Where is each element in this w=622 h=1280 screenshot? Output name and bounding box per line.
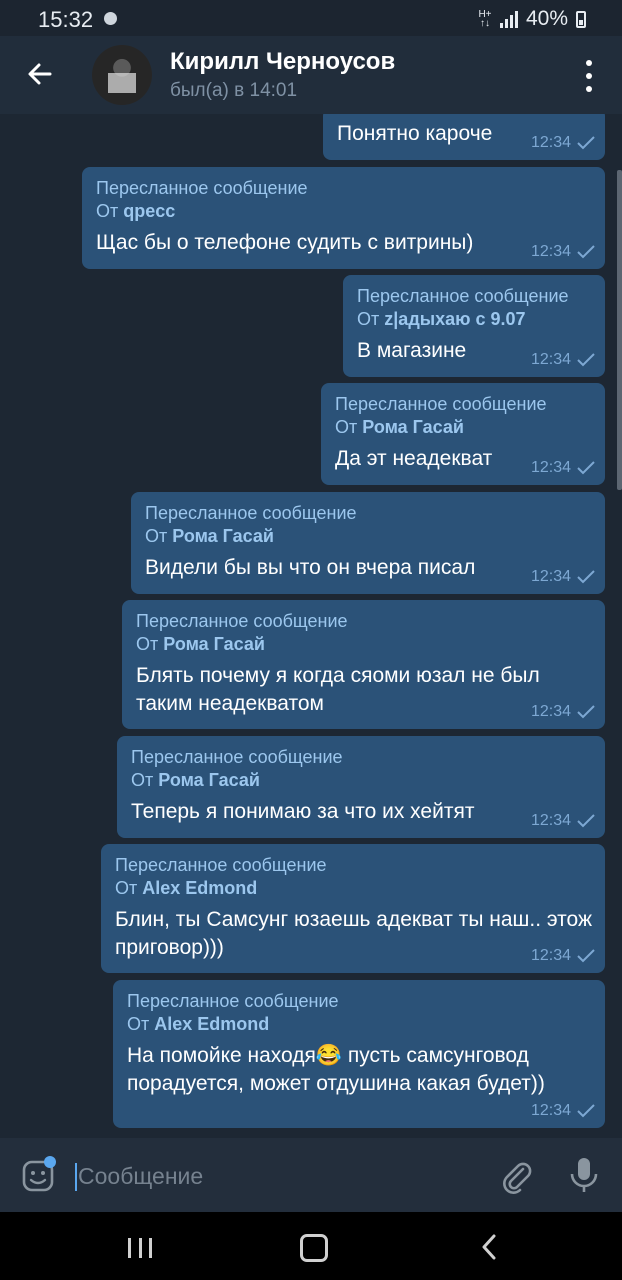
avatar[interactable] (92, 45, 152, 105)
message-bubble[interactable]: Пересланное сообщение От Alex Edmond Бли… (101, 844, 605, 973)
forward-author: z|адыхаю с 9.07 (384, 309, 526, 329)
message-time: 12:34 (530, 134, 571, 151)
message-bubble[interactable]: Пересланное сообщение От z|адыхаю с 9.07… (343, 275, 605, 377)
forward-label: Пересланное сообщение (136, 611, 348, 631)
message-time: 12:34 (530, 947, 571, 964)
single-check-icon (577, 814, 595, 828)
forward-author: Рома Гасай (362, 417, 464, 437)
contact-name[interactable]: Кирилл Черноусов (170, 48, 395, 76)
message-text: Щас бы о телефоне судить с витрины) (96, 231, 474, 254)
message-meta: 12:34 (531, 459, 595, 477)
forward-label: Пересланное сообщение (357, 286, 569, 306)
forward-label: Пересланное сообщение (131, 747, 343, 767)
single-check-icon (577, 136, 595, 150)
message-time: 12:34 (530, 459, 571, 476)
signal-icon (499, 10, 518, 28)
contact-last-seen: был(а) в 14:01 (170, 80, 298, 101)
forward-from[interactable]: От Рома Гасай (136, 633, 591, 656)
message-time: 12:34 (530, 1102, 571, 1119)
message-composer (0, 1138, 622, 1212)
message-meta: 12:34 (531, 947, 595, 965)
single-check-icon (577, 461, 595, 475)
single-check-icon (577, 353, 595, 367)
system-nav-bar (0, 1212, 622, 1280)
message-meta: 12:34 (531, 1102, 595, 1120)
single-check-icon (577, 1104, 595, 1118)
message-time: 12:34 (530, 243, 571, 260)
message-time: 12:34 (530, 703, 571, 720)
battery-percent: 40% (525, 7, 568, 30)
message-bubble[interactable]: Пересланное сообщение От Alex Edmond На … (113, 980, 605, 1128)
message-bubble[interactable]: Пересланное сообщение От Рома Гасай Тепе… (117, 736, 605, 838)
message-meta: 12:34 (531, 351, 595, 369)
message-text: Блять почему я когда сяоми юзал не был т… (136, 664, 540, 715)
forward-from[interactable]: От z|адыхаю с 9.07 (357, 308, 591, 331)
forward-from[interactable]: От Alex Edmond (127, 1013, 591, 1036)
message-bubble[interactable]: Понятно кароче 12:34 (323, 114, 605, 160)
forward-author: Рома Гасай (158, 770, 260, 790)
forward-author: Alex Edmond (142, 878, 258, 898)
message-bubble[interactable]: Пересланное сообщение От Рома Гасай Виде… (131, 492, 605, 594)
message-text: На помойке находя😂 пусть самсунговод пор… (127, 1044, 545, 1095)
message-list[interactable]: Понятно кароче 12:34 Пересланное сообщен… (0, 114, 622, 1138)
status-indicators: H+ ↑↓ 40% (478, 7, 586, 31)
forward-from[interactable]: От Alex Edmond (115, 877, 591, 900)
message-meta: 12:34 (531, 812, 595, 830)
notification-dot-icon (104, 12, 117, 25)
network-type-icon: H+ ↑↓ (478, 9, 492, 29)
arrow-left-icon[interactable] (22, 56, 58, 92)
message-text: Видели бы вы что он вчера писал (145, 556, 476, 579)
message-time: 12:34 (530, 351, 571, 368)
forward-label: Пересланное сообщение (145, 503, 357, 523)
home-icon[interactable] (300, 1234, 328, 1262)
message-meta: 12:34 (531, 703, 595, 721)
message-meta: 12:34 (531, 568, 595, 586)
battery-icon (576, 10, 586, 28)
forward-from[interactable]: От Рома Гасай (131, 769, 591, 792)
forward-author: Рома Гасай (163, 634, 265, 654)
message-bubble[interactable]: Пересланное сообщение От Рома Гасай Да э… (321, 383, 605, 485)
message-text: Теперь я понимаю за что их хейтят (131, 800, 475, 823)
message-text: Блин, ты Самсунг юзаешь адекват ты наш..… (115, 908, 593, 959)
microphone-icon[interactable] (567, 1156, 601, 1194)
new-stickers-badge (44, 1156, 56, 1168)
message-time: 12:34 (530, 568, 571, 585)
single-check-icon (577, 949, 595, 963)
back-nav-icon[interactable] (478, 1234, 502, 1260)
forward-from[interactable]: От qpecc (96, 200, 591, 223)
forward-author: qpecc (123, 201, 176, 221)
message-time: 12:34 (530, 812, 571, 829)
forward-label: Пересланное сообщение (115, 855, 327, 875)
forward-from[interactable]: От Рома Гасай (335, 416, 591, 439)
scrollbar[interactable] (617, 170, 622, 490)
single-check-icon (577, 245, 595, 259)
message-bubble[interactable]: Пересланное сообщение От qpecc Щас бы о … (82, 167, 605, 269)
forward-author: Рома Гасай (172, 526, 274, 546)
recent-apps-icon[interactable] (128, 1238, 152, 1258)
single-check-icon (577, 705, 595, 719)
paperclip-icon[interactable] (498, 1158, 534, 1194)
status-time: 15:32 (38, 7, 94, 32)
message-meta: 12:34 (531, 134, 595, 152)
forward-label: Пересланное сообщение (335, 394, 547, 414)
message-input[interactable] (78, 1159, 478, 1193)
forward-author: Alex Edmond (154, 1014, 270, 1034)
text-cursor (75, 1163, 77, 1191)
message-meta: 12:34 (531, 243, 595, 261)
single-check-icon (577, 570, 595, 584)
chat-header: Кирилл Черноусов был(а) в 14:01 (0, 36, 622, 114)
forward-label: Пересланное сообщение (96, 178, 308, 198)
forward-from[interactable]: От Рома Гасай (145, 525, 591, 548)
forward-label: Пересланное сообщение (127, 991, 339, 1011)
more-vertical-icon[interactable] (578, 60, 600, 92)
message-bubble[interactable]: Пересланное сообщение От Рома Гасай Блят… (122, 600, 605, 729)
status-bar: 15:32 H+ ↑↓ 40% (0, 0, 622, 36)
